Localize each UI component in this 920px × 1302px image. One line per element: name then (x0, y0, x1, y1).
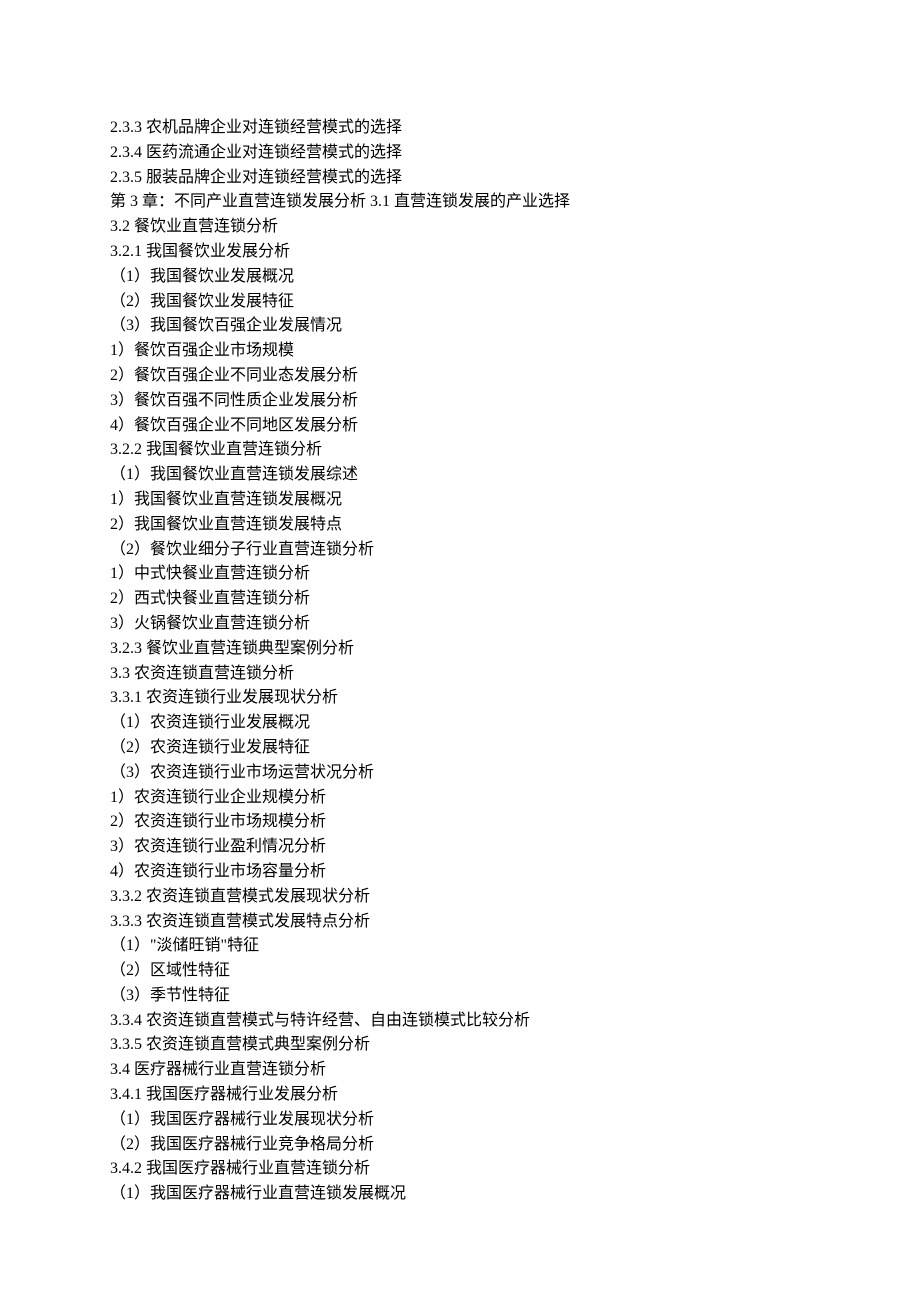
toc-line: 3.4 医疗器械行业直营连锁分析 (110, 1058, 920, 1083)
toc-line: 2.3.5 服装品牌企业对连锁经营模式的选择 (110, 166, 920, 191)
toc-line: （3）我国餐饮百强企业发展情况 (110, 314, 920, 339)
toc-line: 2）农资连锁行业市场规模分析 (110, 810, 920, 835)
toc-line: （2）我国医疗器械行业竞争格局分析 (110, 1133, 920, 1158)
toc-line: （1）农资连锁行业发展概况 (110, 711, 920, 736)
toc-line: 3）农资连锁行业盈利情况分析 (110, 835, 920, 860)
toc-line: 3.3 农资连锁直营连锁分析 (110, 662, 920, 687)
toc-line: （3）农资连锁行业市场运营状况分析 (110, 761, 920, 786)
toc-line: 2）西式快餐业直营连锁分析 (110, 587, 920, 612)
toc-line: 4）餐饮百强企业不同地区发展分析 (110, 414, 920, 439)
toc-line: （1）我国医疗器械行业直营连锁发展概况 (110, 1182, 920, 1207)
toc-line: 3.3.3 农资连锁直营模式发展特点分析 (110, 910, 920, 935)
toc-line: 2.3.3 农机品牌企业对连锁经营模式的选择 (110, 116, 920, 141)
toc-line: 3）餐饮百强不同性质企业发展分析 (110, 389, 920, 414)
toc-line: （3）季节性特征 (110, 984, 920, 1009)
toc-line: 3.4.1 我国医疗器械行业发展分析 (110, 1083, 920, 1108)
toc-line: 3.2.2 我国餐饮业直营连锁分析 (110, 438, 920, 463)
toc-line: 3.3.5 农资连锁直营模式典型案例分析 (110, 1033, 920, 1058)
toc-line: （2）我国餐饮业发展特征 (110, 290, 920, 315)
toc-line: （2）区域性特征 (110, 959, 920, 984)
toc-line: （1）我国餐饮业发展概况 (110, 265, 920, 290)
toc-line: 2）餐饮百强企业不同业态发展分析 (110, 364, 920, 389)
toc-line: （1）"淡储旺销"特征 (110, 934, 920, 959)
toc-line: 3）火锅餐饮业直营连锁分析 (110, 612, 920, 637)
toc-line: 3.2.1 我国餐饮业发展分析 (110, 240, 920, 265)
toc-line: （2）餐饮业细分子行业直营连锁分析 (110, 538, 920, 563)
toc-line: 4）农资连锁行业市场容量分析 (110, 860, 920, 885)
toc-line: 第 3 章：不同产业直营连锁发展分析 3.1 直营连锁发展的产业选择 (110, 190, 920, 215)
toc-line: 2）我国餐饮业直营连锁发展特点 (110, 513, 920, 538)
toc-line: 1）农资连锁行业企业规模分析 (110, 786, 920, 811)
toc-line: 3.2.3 餐饮业直营连锁典型案例分析 (110, 637, 920, 662)
document-page: 2.3.3 农机品牌企业对连锁经营模式的选择 2.3.4 医药流通企业对连锁经营… (0, 0, 920, 1302)
toc-line: 3.3.2 农资连锁直营模式发展现状分析 (110, 885, 920, 910)
toc-line: （2）农资连锁行业发展特征 (110, 736, 920, 761)
toc-line: 1）我国餐饮业直营连锁发展概况 (110, 488, 920, 513)
toc-line: 3.3.1 农资连锁行业发展现状分析 (110, 686, 920, 711)
toc-line: 2.3.4 医药流通企业对连锁经营模式的选择 (110, 141, 920, 166)
toc-line: （1）我国餐饮业直营连锁发展综述 (110, 463, 920, 488)
toc-line: （1）我国医疗器械行业发展现状分析 (110, 1108, 920, 1133)
toc-line: 1）餐饮百强企业市场规模 (110, 339, 920, 364)
toc-line: 1）中式快餐业直营连锁分析 (110, 562, 920, 587)
toc-line: 3.3.4 农资连锁直营模式与特许经营、自由连锁模式比较分析 (110, 1009, 920, 1034)
toc-line: 3.2 餐饮业直营连锁分析 (110, 215, 920, 240)
toc-line: 3.4.2 我国医疗器械行业直营连锁分析 (110, 1157, 920, 1182)
